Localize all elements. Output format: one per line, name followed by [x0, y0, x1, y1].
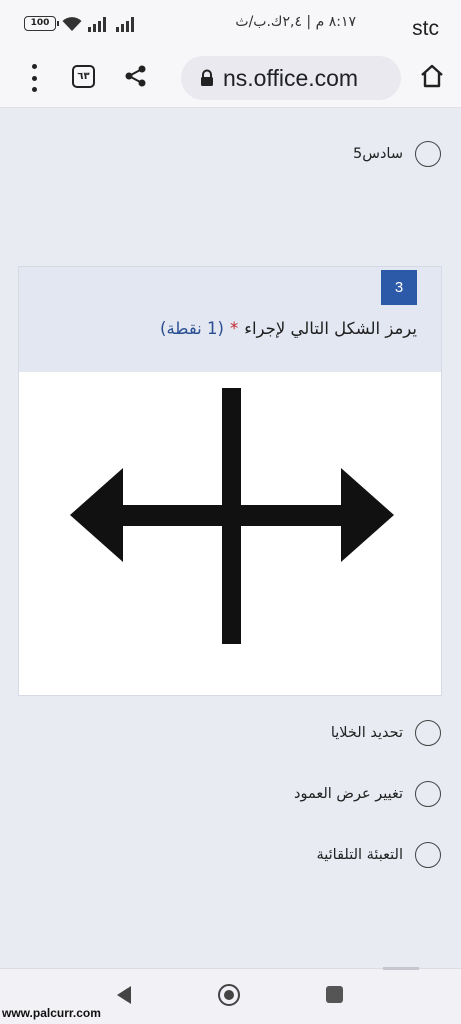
question-image	[23, 373, 439, 691]
home-icon[interactable]	[418, 62, 446, 90]
option-label: تغيير عرض العمود	[294, 786, 403, 802]
battery-icon: 100	[24, 16, 59, 31]
question-card: 3 يرمز الشكل التالي لإجراء * (1 نقطة)	[18, 266, 442, 696]
scroll-indicator	[383, 967, 419, 970]
radio-button[interactable]	[415, 781, 441, 807]
wifi-icon	[62, 17, 82, 31]
home-button-icon[interactable]	[218, 984, 240, 1006]
back-icon[interactable]	[116, 985, 132, 1005]
radio-button[interactable]	[415, 720, 441, 746]
question-number: 3	[381, 270, 417, 305]
option-label: تحديد الخلايا	[330, 725, 403, 741]
battery-level: 100	[30, 18, 50, 28]
question-text: يرمز الشكل التالي لإجراء	[244, 319, 417, 338]
option-row[interactable]: تحديد الخلايا	[331, 719, 441, 747]
status-icons	[62, 14, 138, 32]
radio-button[interactable]	[415, 141, 441, 167]
clock-and-speed: ٨:١٧ م | ٢,٤ك.ب/ث	[235, 14, 356, 30]
browser-toolbar: ٦٣ ns.office.com	[0, 48, 461, 108]
status-bar: 100 ٨:١٧ م | ٢,٤ك.ب/ث stc	[0, 0, 461, 48]
tabs-button[interactable]: ٦٣	[72, 65, 95, 88]
option-row[interactable]: التعبئة التلقائية	[316, 841, 441, 869]
signal-icon	[116, 17, 134, 32]
question-header: 3 يرمز الشكل التالي لإجراء * (1 نقطة)	[19, 267, 441, 372]
signal-icon	[88, 17, 106, 32]
recents-icon[interactable]	[326, 986, 343, 1003]
menu-dots-icon[interactable]	[26, 64, 42, 92]
column-resize-arrow-icon	[70, 388, 394, 644]
tab-count: ٦٣	[77, 71, 90, 82]
option-row[interactable]: سادس5	[353, 140, 441, 168]
required-marker: *	[229, 319, 239, 338]
carrier-name: stc	[412, 17, 439, 40]
option-row[interactable]: تغيير عرض العمود	[294, 780, 441, 808]
radio-button[interactable]	[415, 842, 441, 868]
question-points: (1 نقطة)	[160, 319, 224, 338]
option-label: التعبئة التلقائية	[316, 847, 403, 863]
share-icon[interactable]	[122, 62, 150, 90]
option-label: سادس5	[353, 146, 403, 162]
lock-icon	[201, 69, 213, 86]
question-title: يرمز الشكل التالي لإجراء * (1 نقطة)	[160, 319, 417, 338]
url-text: ns.office.com	[223, 64, 359, 91]
watermark-text: www.palcurr.com	[2, 1006, 101, 1020]
address-bar[interactable]: ns.office.com	[181, 56, 401, 100]
